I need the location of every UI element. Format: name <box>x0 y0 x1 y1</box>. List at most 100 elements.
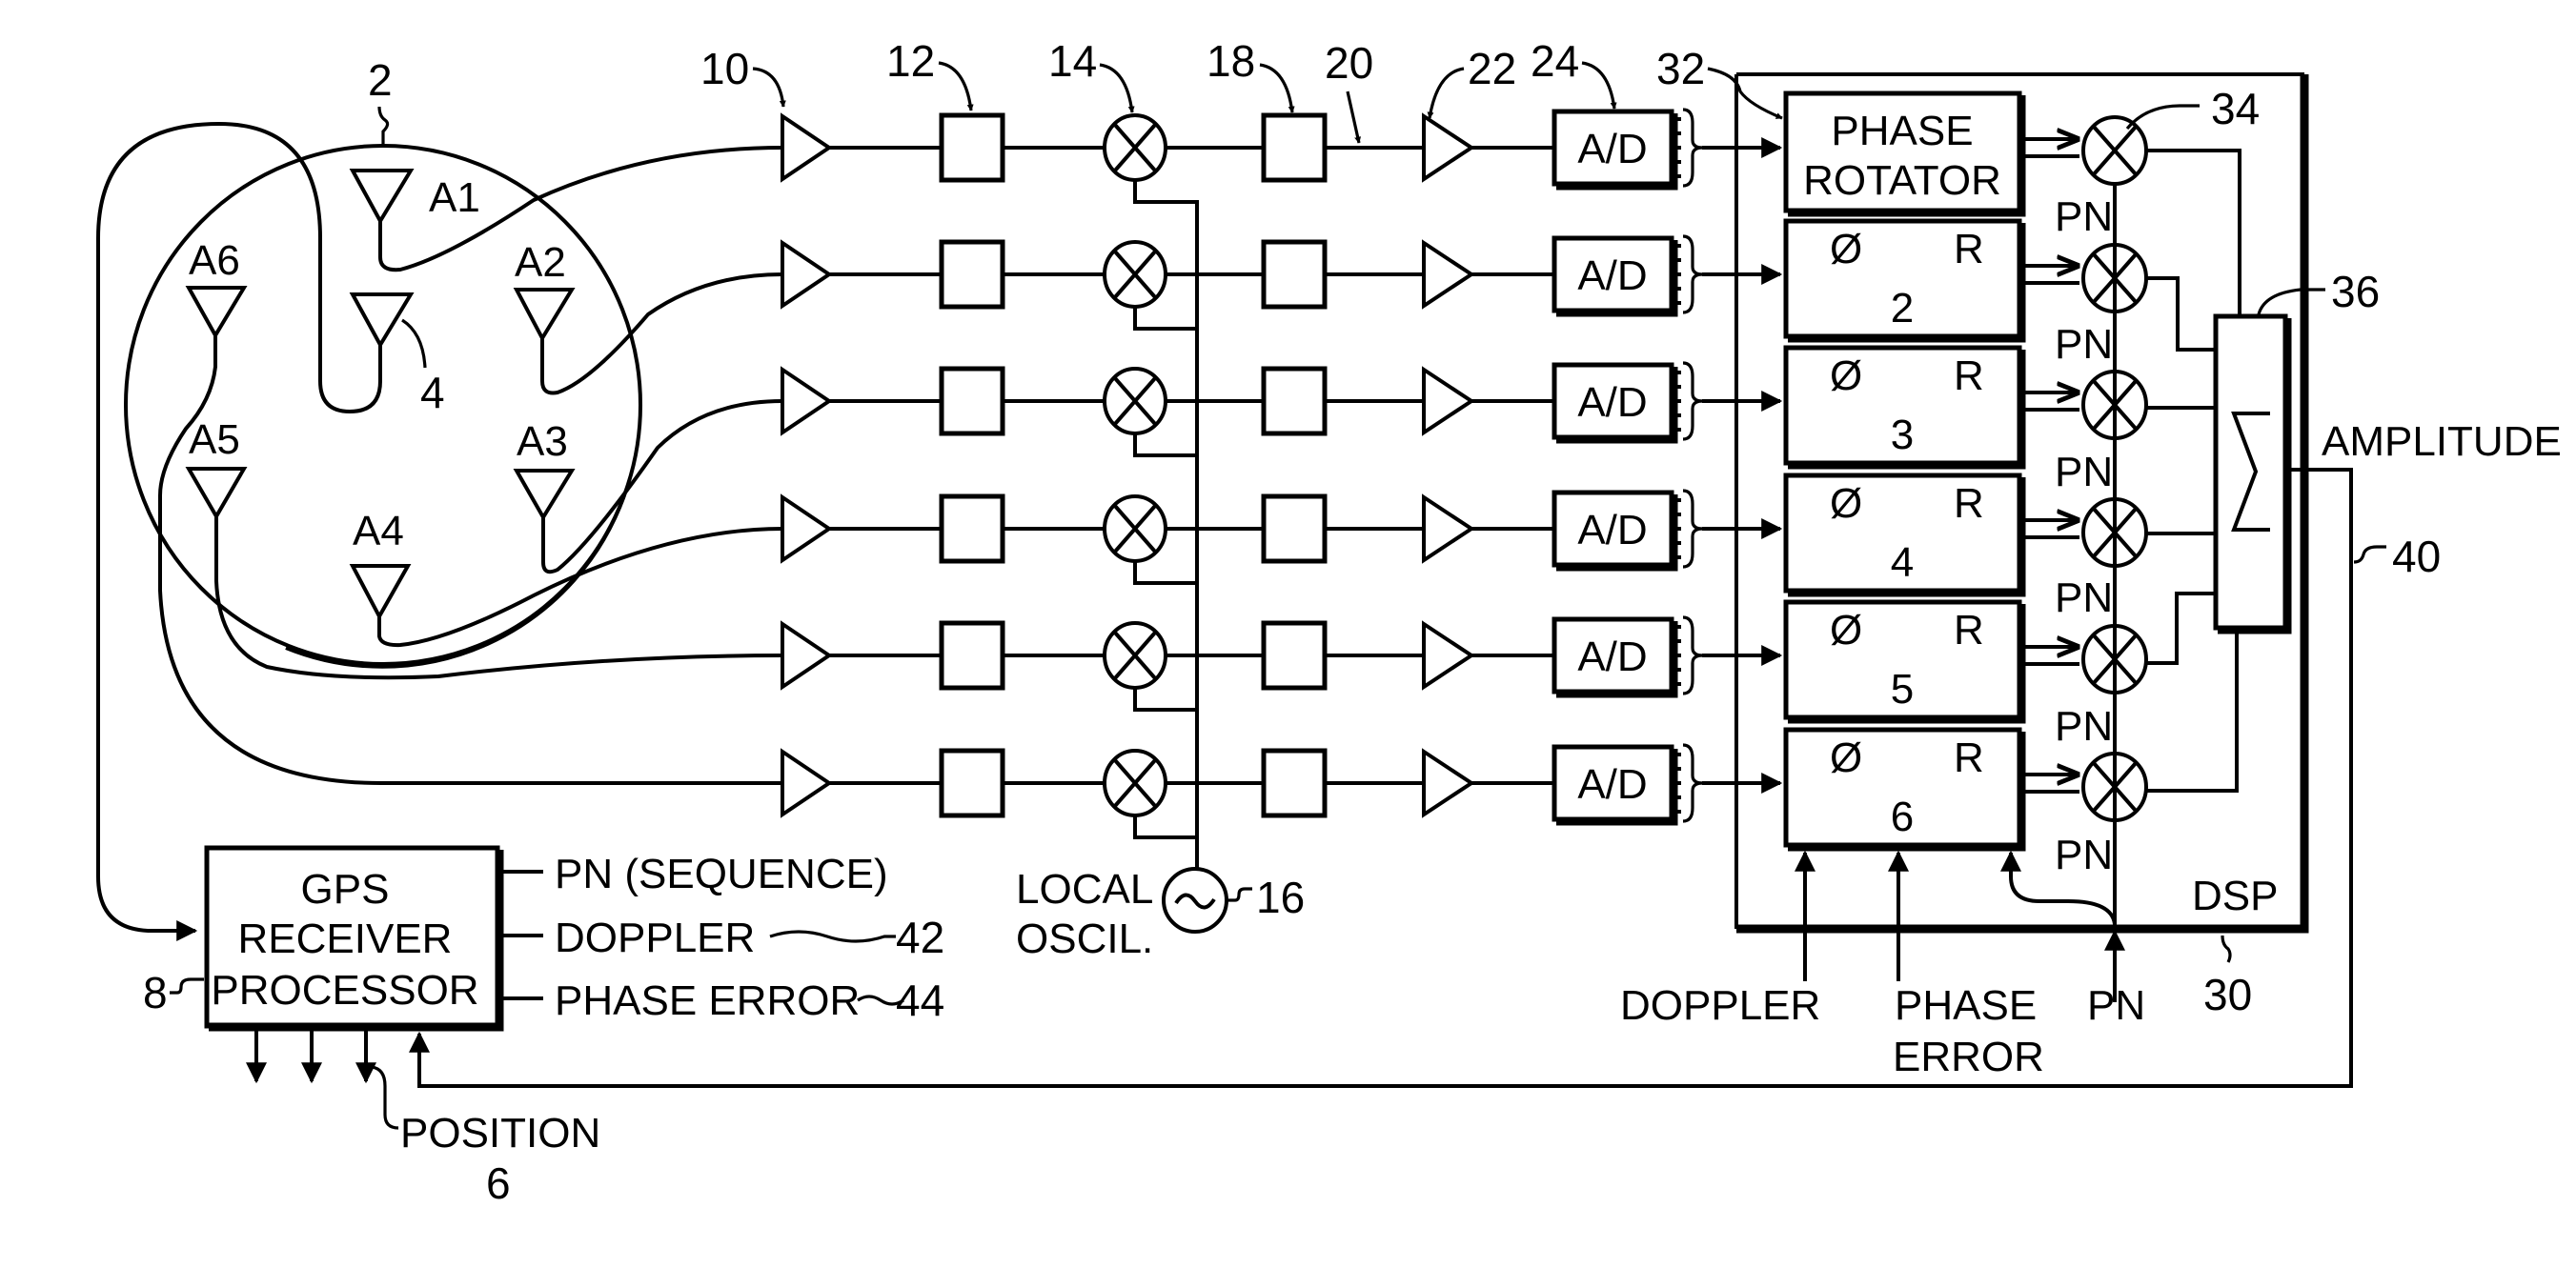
pn-label: PN <box>2055 574 2113 621</box>
if-amp-icon <box>1422 112 1475 183</box>
pn-label: PN <box>2055 321 2113 368</box>
rotator-r: R <box>1954 226 1984 272</box>
rotator-phi: Ø <box>1830 480 1862 527</box>
filter2-icon <box>1261 620 1328 691</box>
dsp-input-phase-error-2: ERROR <box>1893 1034 2044 1080</box>
corr1-out <box>2147 149 2241 316</box>
rotator-phi: Ø <box>1830 226 1862 272</box>
adc-brace <box>1682 743 1703 823</box>
gps-output-phase-error: PHASE ERROR <box>555 977 860 1024</box>
preamp-icon <box>781 112 833 183</box>
antenna-a2: A2 <box>513 239 576 343</box>
ref-2-leader <box>377 106 390 145</box>
mixer-x <box>1113 504 1157 553</box>
ref-4-label: 4 <box>420 368 445 417</box>
mixer-lo-link <box>1133 307 1197 331</box>
dsp-label: DSP <box>2192 873 2278 919</box>
filter2-icon <box>1261 112 1328 183</box>
ref-24-label: 24 <box>1531 36 1579 86</box>
filter1-icon <box>939 239 1005 310</box>
ref-32-label: 32 <box>1656 44 1705 93</box>
mixer-x <box>1113 250 1157 299</box>
gps-output-doppler: DOPPLER <box>555 915 755 961</box>
rotator-phi: Ø <box>1830 607 1862 654</box>
lo-label-line1: LOCAL <box>1016 866 1153 913</box>
phase-rotator-4: Ø R4 <box>1783 473 2026 597</box>
adc-brace <box>1682 361 1703 441</box>
adc-brace <box>1682 108 1703 188</box>
ref-16-label: 16 <box>1256 873 1305 922</box>
filter1-icon <box>939 112 1005 183</box>
mixer-lo-link <box>1133 815 1197 839</box>
ref-12-label: 12 <box>886 36 935 86</box>
rotator-number: 2 <box>1891 285 1914 332</box>
rotator-phi: Ø <box>1830 735 1862 781</box>
rotator-number: 6 <box>1891 794 1914 840</box>
ref-40-label: 40 <box>2392 532 2441 581</box>
mixer-lo-link <box>1133 433 1197 457</box>
lo-label-line2: OSCIL. <box>1016 916 1153 962</box>
phase-rotator-line1: PHASE <box>1831 108 1973 154</box>
dsp-input-phase-error-1: PHASE <box>1895 982 2037 1029</box>
antenna-a1-label: A1 <box>429 174 480 221</box>
antenna-a5-label: A5 <box>189 416 240 463</box>
ref-6-label: 6 <box>486 1158 511 1208</box>
phase-rotator-2: Ø R2 <box>1783 218 2026 343</box>
if-amp-icon <box>1422 366 1475 436</box>
filter1-icon <box>939 748 1005 818</box>
rotator-number: 5 <box>1891 666 1914 713</box>
gps-line2: RECEIVER <box>238 916 453 962</box>
ref-20-label: 20 <box>1325 38 1373 88</box>
pn-label: PN <box>2055 703 2113 750</box>
adc-brace <box>1682 615 1703 695</box>
gps-line1: GPS <box>301 866 390 913</box>
ref-44-label: 44 <box>896 976 944 1025</box>
adc-label: A/D <box>1577 126 1647 172</box>
mixer-lo-link <box>1133 180 1197 204</box>
ref-42-label: 42 <box>896 913 944 962</box>
antenna-array: 2 A1 A2 A3 A4 A5 A6 4 <box>96 55 783 941</box>
lo-tilde <box>1174 893 1216 910</box>
if-amp-icon <box>1422 748 1475 818</box>
corr5-out <box>2147 592 2216 665</box>
ref-2-label: 2 <box>368 55 393 105</box>
preamp-icon <box>781 748 833 818</box>
if-amp-icon <box>1422 493 1475 564</box>
rotator-number: 4 <box>1891 539 1914 586</box>
adc-label: A/D <box>1577 507 1647 553</box>
phase-rotator-line2: ROTATOR <box>1803 157 2001 204</box>
amplitude-label: AMPLITUDE <box>2322 418 2562 465</box>
antenna-a3: A3 <box>513 418 576 521</box>
rotator-number: 3 <box>1891 412 1914 458</box>
filter2-icon <box>1261 239 1328 310</box>
phase-rotator-1: PHASE ROTATOR <box>1783 91 2026 217</box>
antenna-center: 4 <box>349 292 445 417</box>
antenna-a6: A6 <box>185 237 248 339</box>
preamp-icon <box>781 620 833 691</box>
feed-a2 <box>540 272 783 395</box>
phase-rotator-5: Ø R5 <box>1783 599 2026 724</box>
filter1-icon <box>939 620 1005 691</box>
preamp-icon <box>781 493 833 564</box>
mixer-x <box>1113 376 1157 426</box>
ref-14-label: 14 <box>1048 36 1097 86</box>
corr2-out <box>2147 276 2216 352</box>
antenna-a2-label: A2 <box>515 239 566 286</box>
mixer-x <box>1113 758 1157 808</box>
filter1-icon <box>939 493 1005 564</box>
antenna-a5: A5 <box>185 416 248 520</box>
mixer-lo-link <box>1133 561 1197 585</box>
mixer-lo-link <box>1133 688 1197 712</box>
ref-30-label: 30 <box>2203 970 2252 1019</box>
adc-label: A/D <box>1577 634 1647 680</box>
pn-label: PN <box>2055 449 2113 495</box>
preamp-icon <box>781 366 833 436</box>
corr6-out <box>2147 630 2239 793</box>
gps-output-pn: PN (SEQUENCE) <box>555 851 888 897</box>
ref-22-label: 22 <box>1468 44 1516 93</box>
rotator-r: R <box>1954 735 1984 781</box>
ref-34-label: 34 <box>2211 84 2260 133</box>
adc-brace <box>1682 489 1703 569</box>
adc-label: A/D <box>1577 379 1647 426</box>
filter2-icon <box>1261 366 1328 436</box>
